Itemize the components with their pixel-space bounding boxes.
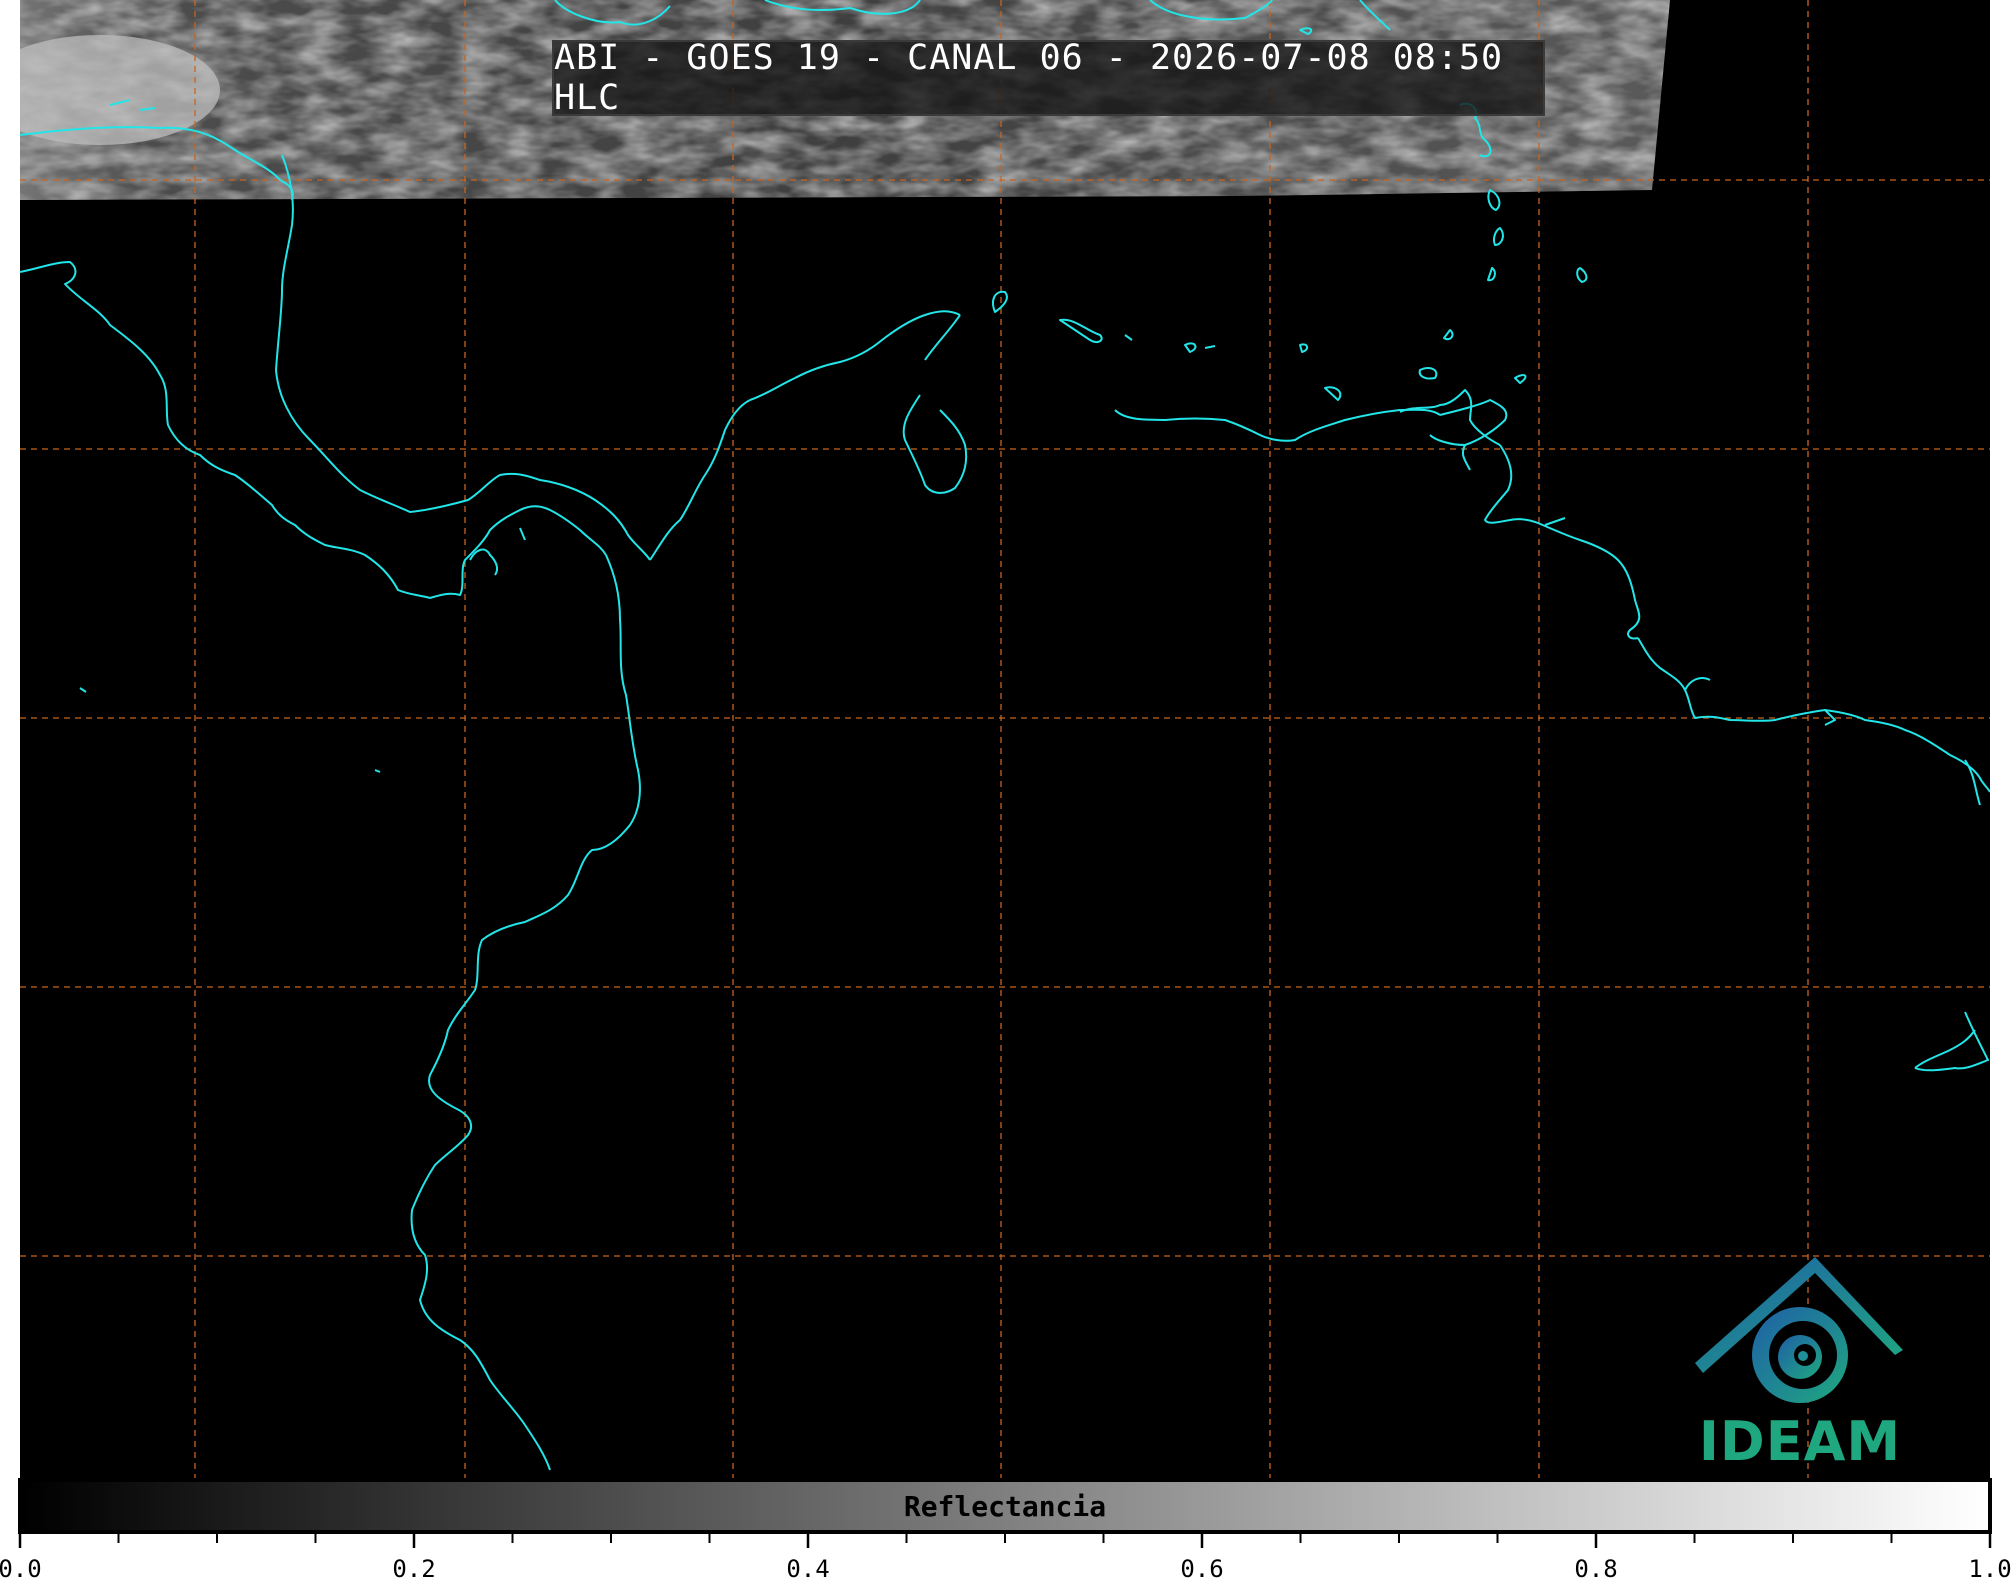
image-title: ABI - GOES 19 - CANAL 06 - 2026-07-08 08… bbox=[552, 38, 1545, 118]
colorbar-label: Reflectancia bbox=[903, 1489, 1107, 1523]
coastlines bbox=[20, 0, 1990, 1471]
colorbar-tick-label: 0.2 bbox=[392, 1555, 436, 1583]
colorbar-tick-label: 0.0 bbox=[0, 1555, 42, 1583]
colorbar: Reflectancia bbox=[18, 1478, 1992, 1534]
ideam-logo-text: IDEAM bbox=[1698, 1410, 1902, 1473]
colorbar-ticks bbox=[18, 1534, 1992, 1548]
colorbar-tick-label: 1.0 bbox=[1968, 1555, 2011, 1583]
satellite-map: ABI - GOES 19 - CANAL 06 - 2026-07-08 08… bbox=[20, 0, 1990, 1478]
colorbar-tick-label: 0.6 bbox=[1180, 1555, 1224, 1583]
ideam-logo: IDEAM bbox=[1685, 1255, 1915, 1475]
colorbar-tick-label: 0.8 bbox=[1574, 1555, 1618, 1583]
ideam-logo-mark bbox=[1695, 1257, 1903, 1403]
colorbar-tick-label: 0.4 bbox=[786, 1555, 830, 1583]
satellite-image-viewer: ABI - GOES 19 - CANAL 06 - 2026-07-08 08… bbox=[0, 0, 2011, 1583]
